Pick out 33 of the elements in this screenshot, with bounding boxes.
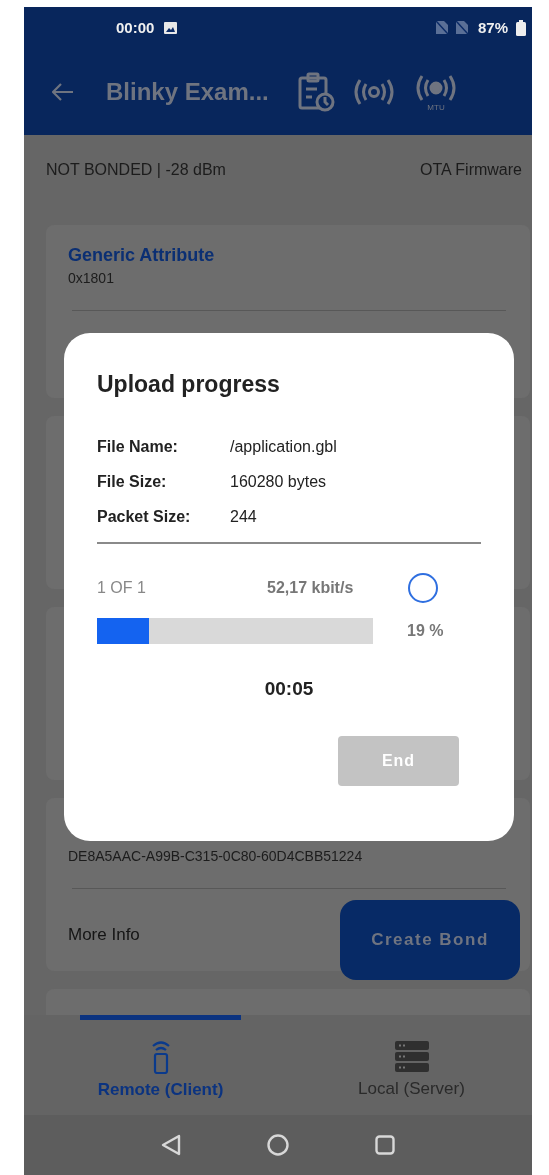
create-bond-button[interactable]: Create Bond: [340, 900, 520, 980]
ota-firmware-link[interactable]: OTA Firmware: [420, 161, 522, 179]
service-title: Generic Attribute: [68, 245, 216, 266]
no-sim-icon: [435, 21, 448, 34]
field-label: Packet Size:: [97, 508, 191, 526]
back-icon[interactable]: [161, 1134, 181, 1156]
battery-icon: [516, 19, 526, 36]
field-value: /application.gbl: [230, 438, 337, 456]
nav-tab[interactable]: Local (Server): [331, 1015, 492, 1115]
service-uuid: 0x1801: [68, 270, 114, 286]
recents-icon[interactable]: [375, 1135, 395, 1155]
file-count: 1 OF 1: [97, 579, 147, 597]
more-info-link[interactable]: More Info: [68, 925, 140, 945]
server-icon: [394, 1040, 429, 1073]
back-arrow-icon[interactable]: [52, 82, 74, 101]
clipboard-clock-icon[interactable]: [296, 71, 335, 112]
service-uuid: DE8A5AAC-A99B-C315-0C80-60D4CBB51224: [68, 848, 363, 864]
battery-percent: 87%: [477, 19, 508, 36]
image-icon: [164, 21, 178, 34]
status-time: 00:00: [116, 19, 155, 36]
field-value: 244: [230, 508, 257, 526]
transfer-speed: 52,17 kbit/s: [267, 579, 355, 597]
elapsed-time: 00:05: [264, 678, 314, 700]
bond-status: NOT BONDED | -28 dBm: [46, 161, 226, 179]
no-sim-icon: [455, 21, 468, 34]
field-label: File Size:: [97, 473, 167, 491]
progress-percent: 19 %: [407, 622, 444, 640]
field-label: File Name:: [97, 438, 178, 456]
field-value: 160280 bytes: [230, 473, 327, 491]
app-title: Blinky Exam...: [106, 77, 269, 106]
loading-spinner-icon: [407, 572, 439, 604]
home-icon[interactable]: [267, 1134, 289, 1156]
dialog-title: Upload progress: [97, 371, 280, 398]
